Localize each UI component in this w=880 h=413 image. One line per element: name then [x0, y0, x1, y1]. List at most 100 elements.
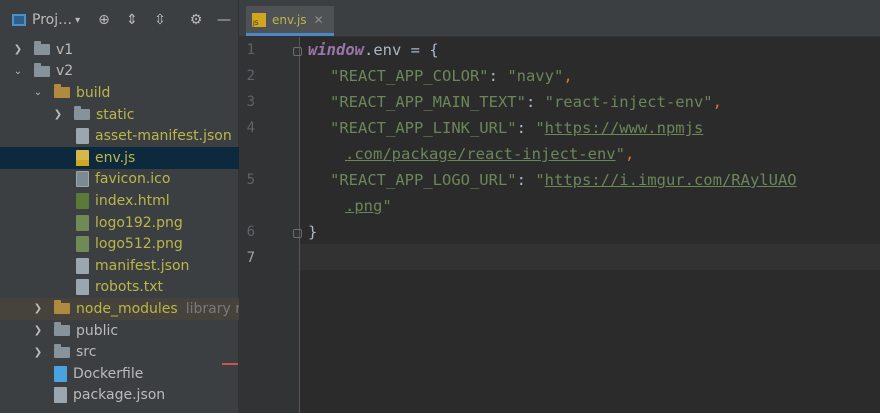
code-line-1: window.env = { [308, 37, 439, 63]
line-number-current: 7 [246, 250, 255, 266]
ide-window: Proj… ▾ ⊕ ⇕ ⇳ ⚙ — ❯ v1 ⌄ v2 ⌄ build ❯ st… [0, 0, 880, 413]
tree-item-v1[interactable]: ❯ v1 [0, 39, 250, 61]
tree-item-src[interactable]: ❯ src [0, 341, 270, 363]
folder-icon [34, 62, 50, 77]
ico-file-icon [76, 171, 89, 188]
code-colon: : [525, 93, 545, 111]
code-colon: : [516, 171, 536, 189]
tree-item-label: static [96, 106, 135, 123]
tab-env-js[interactable]: env.js ✕ [246, 6, 334, 36]
code-keyword: window [308, 41, 364, 59]
folder-icon [54, 300, 70, 315]
code-comma: , [624, 145, 635, 163]
code-text: .env = { [364, 41, 439, 59]
json-file-icon [76, 128, 89, 145]
expand-all-icon[interactable]: ⇕ [123, 11, 141, 29]
image-file-icon [76, 236, 89, 253]
code-string: "react-inject-env" [544, 93, 713, 111]
tree-item-public[interactable]: ❯ public [0, 320, 270, 342]
code-url-link[interactable]: https://www.npmjs [545, 119, 704, 137]
project-view-selector[interactable]: Proj… ▾ [12, 9, 80, 31]
tree-item-label: Dockerfile [73, 365, 144, 382]
code-colon: : [516, 119, 536, 137]
code-colon: : [488, 67, 508, 85]
code-comma: , [563, 67, 573, 85]
current-line-highlight [300, 244, 880, 270]
code-line-4-wrap: .com/package/react-inject-env", [345, 141, 634, 167]
code-quote: " [535, 119, 545, 137]
code-line-5: "REACT_APP_LOGO_URL": "https://i.imgur.c… [330, 167, 797, 193]
chevron-right-icon[interactable]: ❯ [12, 44, 24, 55]
tree-item-label: src [76, 344, 97, 361]
close-icon[interactable]: ✕ [314, 13, 324, 27]
html-file-icon [76, 192, 89, 209]
gear-icon[interactable]: ⚙ [187, 11, 205, 29]
code-line-2: "REACT_APP_COLOR": "navy", [330, 63, 573, 89]
tree-item-v2[interactable]: ⌄ v2 [0, 61, 250, 83]
text-file-icon [76, 279, 89, 296]
tree-item-label: v2 [56, 63, 74, 80]
tree-item-label: public [76, 322, 119, 339]
code-string: "REACT_APP_COLOR" [330, 67, 489, 85]
code-url-link[interactable]: https://i.imgur.com/RAylUAO [545, 171, 797, 189]
line-number-gutter: 1 2 3 4 5 6 7 [239, 37, 302, 413]
json-file-icon [54, 387, 67, 404]
js-file-icon [76, 149, 89, 166]
docker-file-icon [54, 365, 67, 382]
tree-item-label: v1 [56, 41, 74, 58]
project-title: Proj… [32, 12, 73, 28]
js-file-icon [252, 12, 266, 27]
image-file-icon [76, 214, 89, 231]
fold-icon[interactable] [293, 229, 302, 238]
folder-icon [54, 343, 70, 358]
tree-item-label: logo192.png [95, 214, 183, 231]
code-quote: " [535, 171, 545, 189]
line-number: 6 [246, 224, 255, 240]
code-quote: " [615, 145, 625, 163]
hide-panel-icon[interactable]: — [215, 11, 233, 29]
tree-item-label: package.json [73, 387, 166, 404]
locate-icon[interactable]: ⊕ [95, 11, 113, 29]
line-number: 1 [246, 42, 255, 58]
project-panel: Proj… ▾ ⊕ ⇕ ⇳ ⚙ — ❯ v1 ⌄ v2 ⌄ build ❯ st… [0, 0, 314, 413]
tree-item-label: env.js [95, 149, 136, 166]
code-url-link[interactable]: .com/package/react-inject-env [345, 145, 616, 163]
folder-icon [34, 41, 50, 56]
chevron-right-icon[interactable]: ❯ [32, 347, 44, 358]
folder-icon [54, 84, 70, 99]
tab-label: env.js [272, 12, 307, 27]
code-text: } [308, 223, 318, 241]
fold-icon[interactable] [293, 47, 302, 56]
chevron-down-icon[interactable]: ⌄ [12, 66, 24, 77]
code-line-4: "REACT_APP_LINK_URL": "https://www.npmjs [330, 115, 703, 141]
chevron-right-icon[interactable]: ❯ [32, 325, 44, 336]
json-file-icon [76, 257, 89, 274]
chevron-right-icon[interactable]: ❯ [52, 109, 64, 120]
line-number: 5 [246, 172, 255, 188]
line-number: 2 [246, 68, 255, 84]
project-icon [12, 14, 26, 26]
tree-item-label: favicon.ico [95, 171, 171, 188]
chevron-down-icon: ▾ [75, 14, 81, 26]
tree-item-label: node_modules [76, 300, 178, 317]
editor-area: env.js ✕ 1 2 3 4 5 6 7 window.env = { "R… [239, 0, 880, 413]
code-line-6: } [308, 219, 317, 245]
tree-item-label: manifest.json [95, 257, 190, 274]
line-number: 4 [246, 120, 255, 136]
tree-item-build[interactable]: ⌄ build [0, 82, 270, 104]
tree-item-label: asset-manifest.json [95, 128, 232, 145]
code-line-3: "REACT_APP_MAIN_TEXT": "react-inject-env… [330, 89, 722, 115]
code-string: "REACT_APP_LINK_URL" [330, 119, 517, 137]
chevron-down-icon[interactable]: ⌄ [32, 87, 44, 98]
tree-item-node-modules[interactable]: ❯ node_modules library ro [0, 298, 270, 320]
code-string: "REACT_APP_LOGO_URL" [330, 171, 517, 189]
code-line-5-wrap: .png" [345, 193, 392, 219]
tree-item-label: robots.txt [95, 279, 163, 296]
chevron-right-icon[interactable]: ❯ [32, 303, 44, 314]
editor-tab-bar: env.js ✕ [239, 0, 880, 37]
collapse-all-icon[interactable]: ⇳ [151, 11, 169, 29]
code-string: "navy" [507, 67, 564, 85]
folder-icon [54, 322, 70, 337]
code-comma: , [712, 93, 722, 111]
code-url-link[interactable]: .png [345, 197, 382, 215]
